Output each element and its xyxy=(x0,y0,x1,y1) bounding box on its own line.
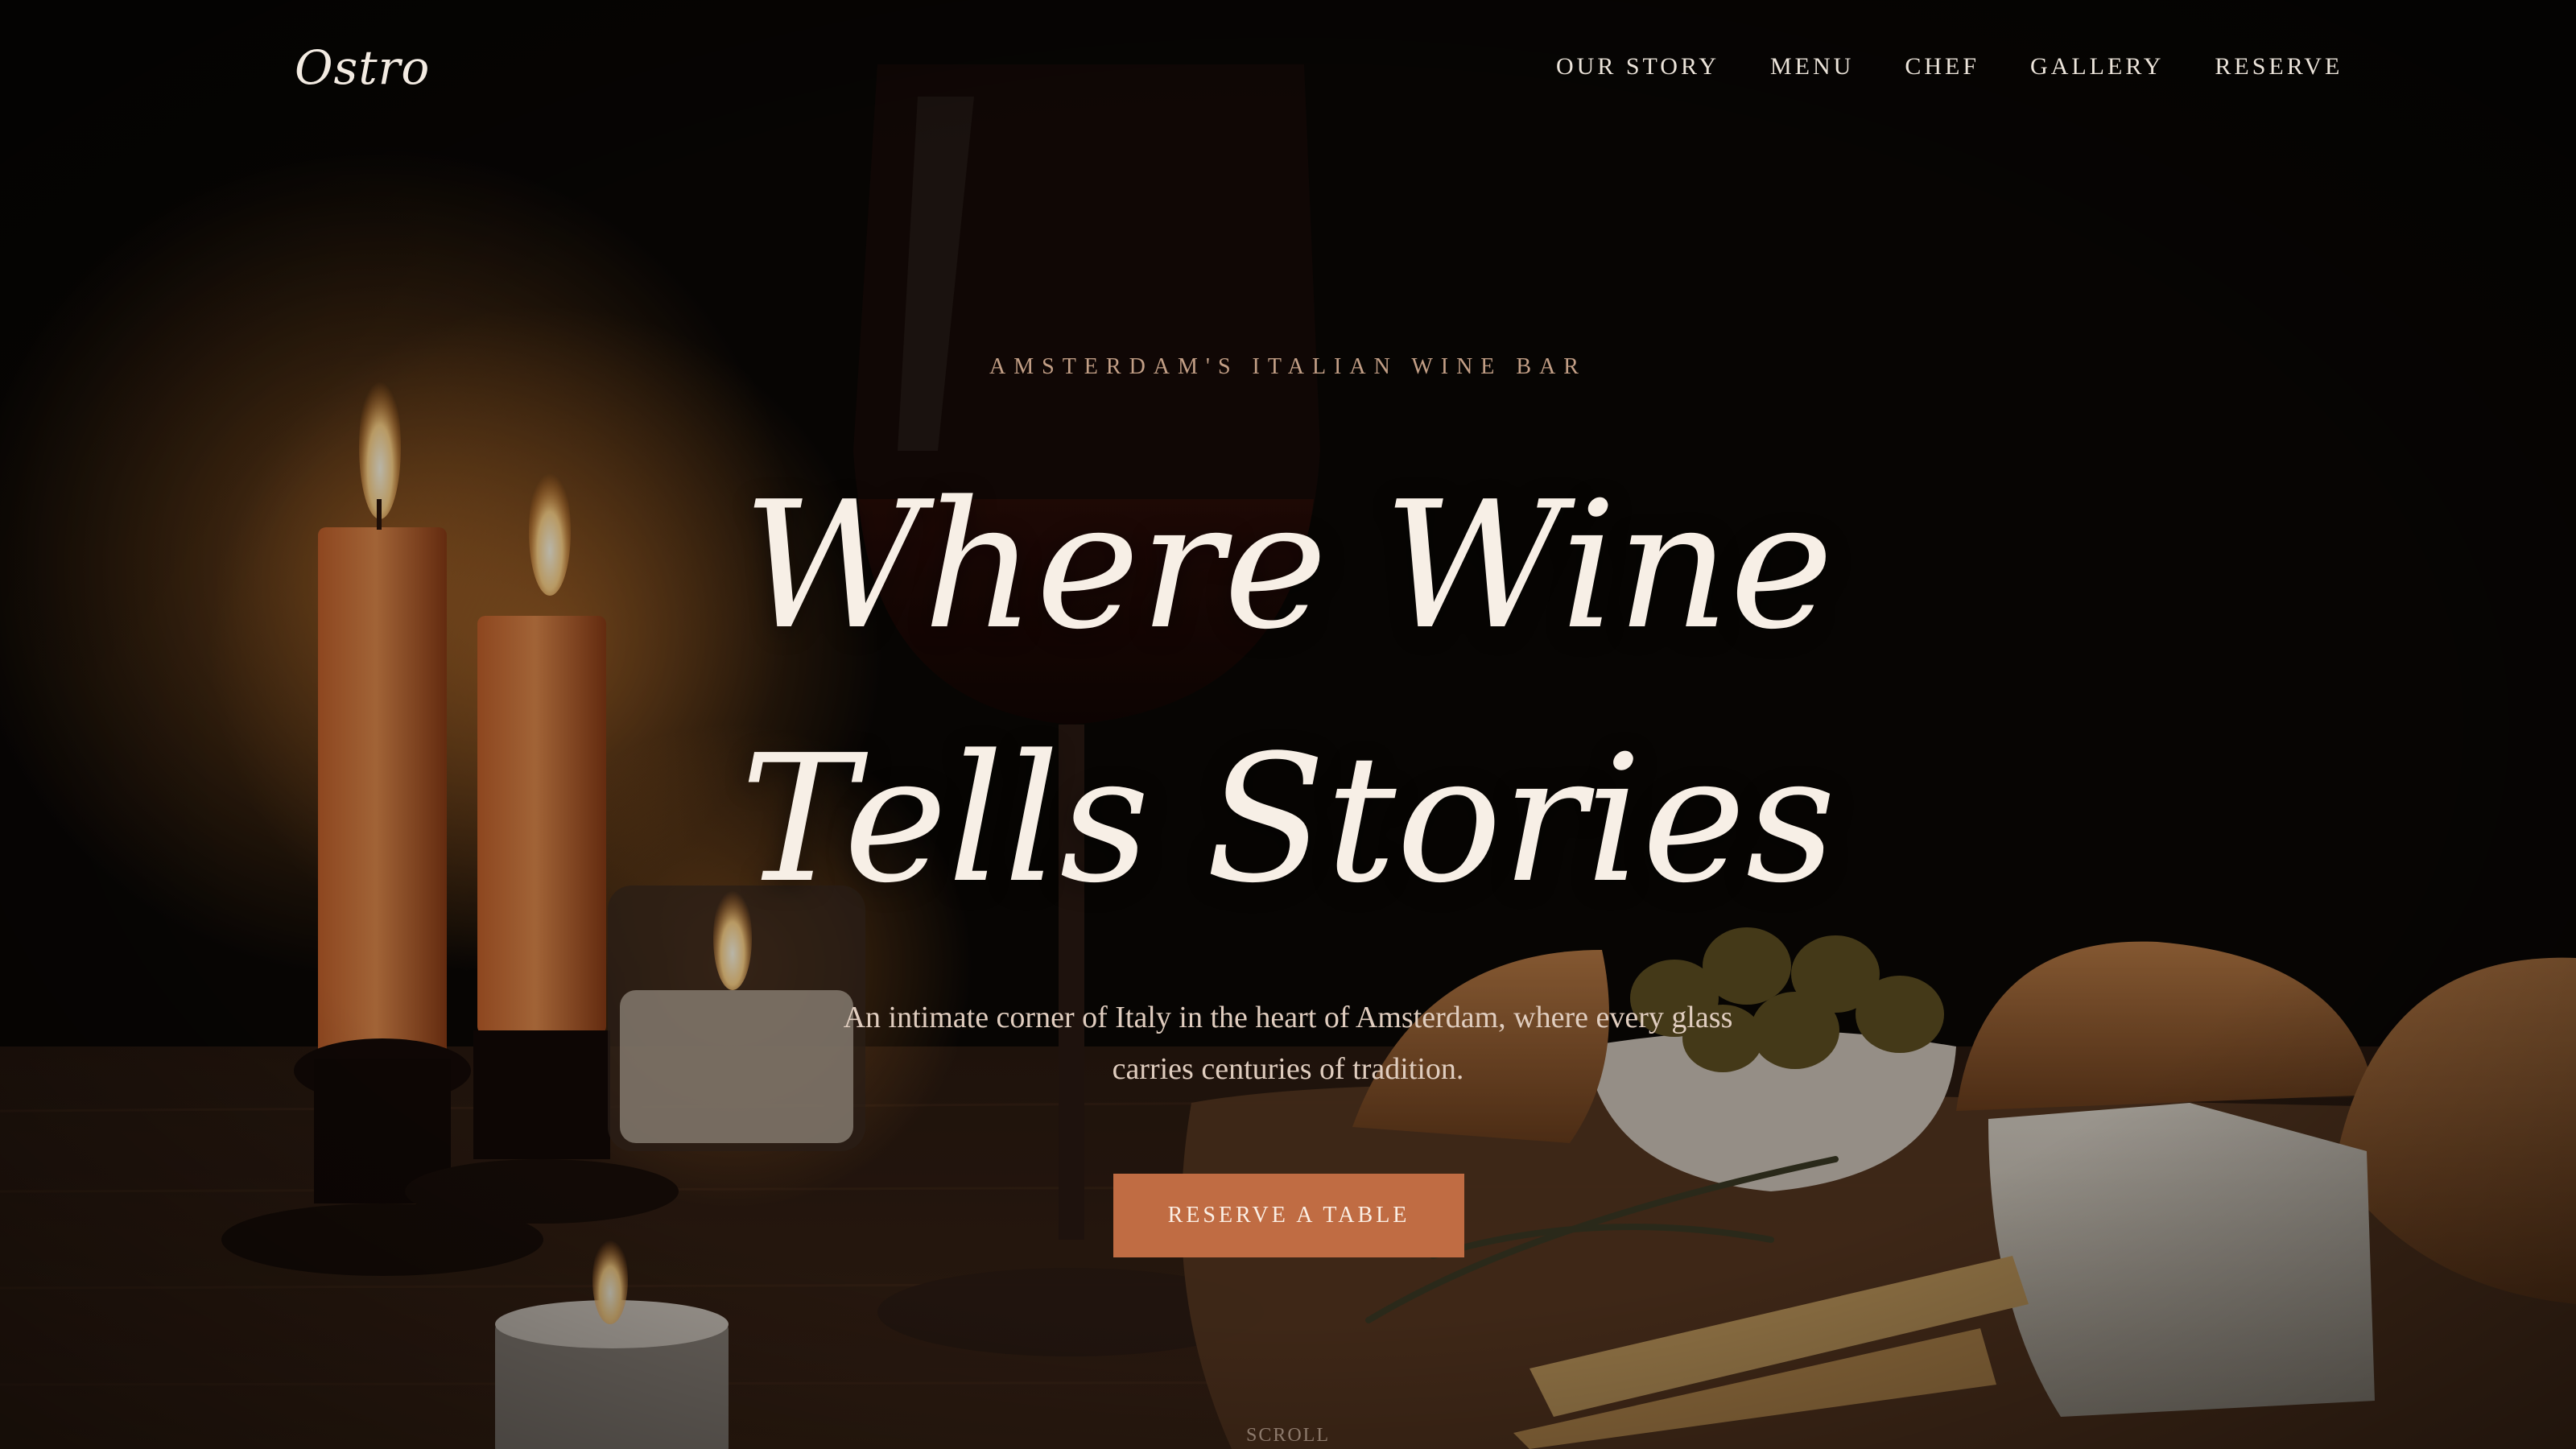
reserve-table-button[interactable]: RESERVE A TABLE xyxy=(1113,1174,1464,1257)
hero-headline-line-2: Tells Stories xyxy=(740,718,1836,922)
hero-headline-line-1: Where Wine xyxy=(742,464,1834,668)
main-nav: OUR STORY MENU CHEF GALLERY RESERVE xyxy=(1556,53,2343,80)
nav-menu[interactable]: MENU xyxy=(1770,53,1854,80)
hero-eyebrow: AMSTERDAM'S ITALIAN WINE BAR xyxy=(989,354,1587,379)
scroll-indicator[interactable]: SCROLL xyxy=(0,1425,2576,1447)
hero-section: Ostro OUR STORY MENU CHEF GALLERY RESERV… xyxy=(0,0,2576,1449)
nav-gallery[interactable]: GALLERY xyxy=(2030,53,2164,80)
nav-chef[interactable]: CHEF xyxy=(1905,53,1979,80)
hero-subtitle: An intimate corner of Italy in the heart… xyxy=(843,1001,1733,1086)
nav-our-story[interactable]: OUR STORY xyxy=(1556,53,1719,80)
nav-reserve[interactable]: RESERVE xyxy=(2215,53,2343,80)
brand-logo[interactable]: Ostro xyxy=(295,40,430,95)
